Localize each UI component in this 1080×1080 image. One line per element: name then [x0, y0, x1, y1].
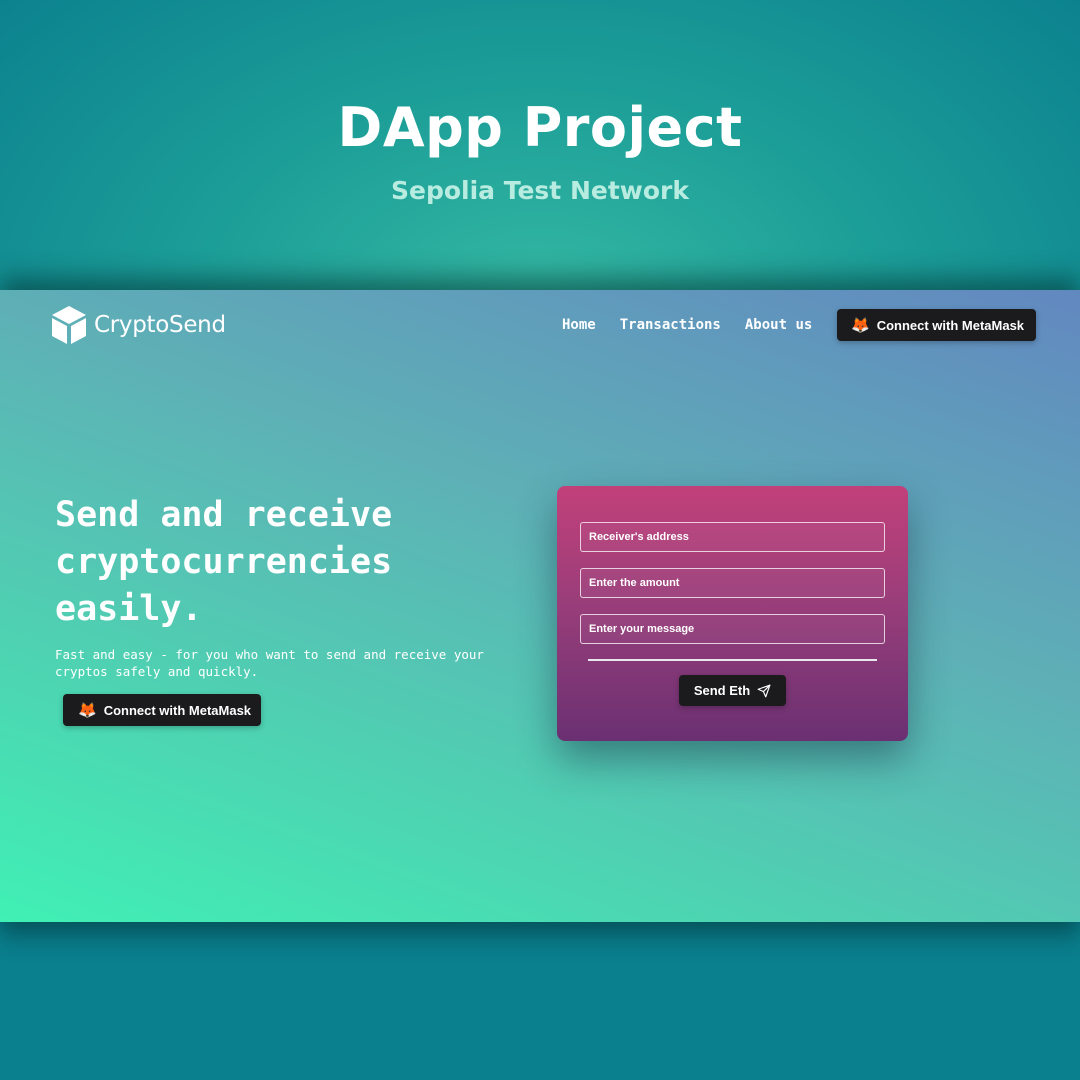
poster-subtitle: Sepolia Test Network [390, 176, 690, 205]
paper-plane-icon [757, 684, 771, 697]
metamask-fox-icon: 🦊 [851, 316, 870, 334]
form-divider [588, 659, 877, 661]
navbar: CryptoSend Home Transactions About us 🦊 … [0, 290, 1080, 362]
receiver-address-input[interactable] [580, 522, 885, 552]
send-eth-button[interactable]: Send Eth [679, 675, 786, 706]
nav-link-home[interactable]: Home [562, 317, 596, 333]
poster-title: DApp Project [337, 96, 743, 159]
nav-connect-label: Connect with MetaMask [876, 317, 1025, 333]
message-input[interactable] [580, 614, 885, 644]
cube-icon [52, 306, 86, 344]
hero-connect-label: Connect with MetaMask [103, 702, 252, 718]
nav-link-about-us[interactable]: About us [745, 317, 812, 333]
amount-input[interactable] [580, 568, 885, 598]
brand-logo[interactable]: CryptoSend [50, 304, 226, 346]
send-form-card: Send Eth [557, 486, 908, 741]
metamask-fox-icon: 🦊 [78, 701, 97, 719]
brand-name: CryptoSend [94, 312, 226, 338]
hero-description: Fast and easy - for you who want to send… [55, 647, 484, 679]
nav-link-transactions[interactable]: Transactions [620, 317, 721, 333]
nav-links: Home Transactions About us [562, 317, 812, 333]
send-eth-label: Send Eth [693, 683, 751, 698]
hero-title: Send and receive cryptocurrencies easily… [55, 495, 393, 629]
app-screenshot: CryptoSend Home Transactions About us 🦊 … [0, 290, 1080, 922]
hero-connect-metamask-button[interactable]: 🦊 Connect with MetaMask [63, 694, 261, 726]
nav-connect-metamask-button[interactable]: 🦊 Connect with MetaMask [837, 309, 1036, 341]
